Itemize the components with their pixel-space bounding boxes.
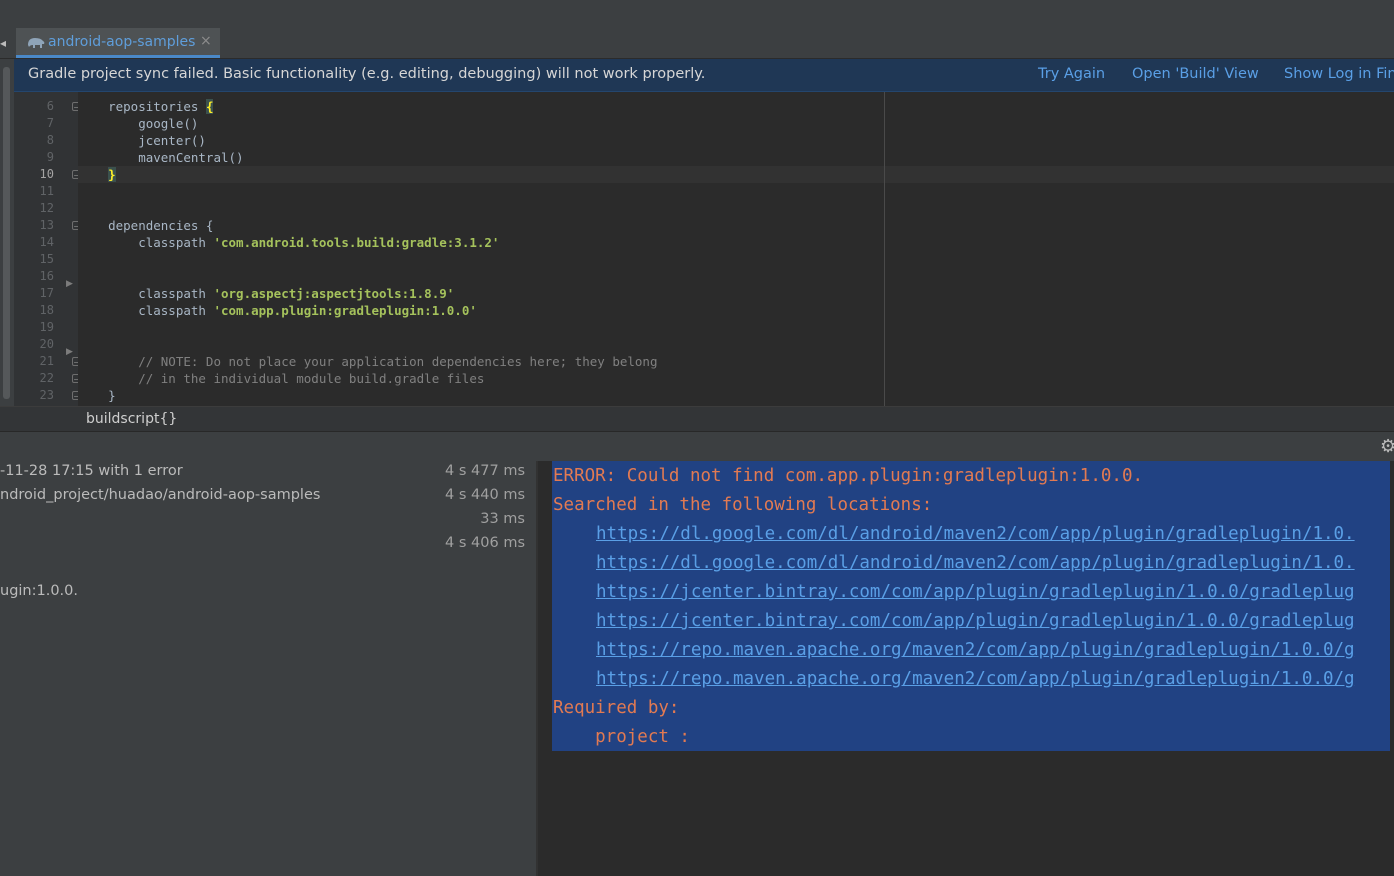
required-by-line: Required by: <box>553 698 680 718</box>
code-line: repositories { <box>78 98 214 115</box>
line-number: 15 <box>39 252 54 266</box>
sync-failed-banner: Gradle project sync failed. Basic functi… <box>14 59 1394 92</box>
build-tree: -11-28 17:15 with 1 error 4 s 477 ms ndr… <box>0 461 536 876</box>
line-number: 14 <box>39 235 54 249</box>
gradle-elephant-icon <box>28 38 45 48</box>
matched-brace: } <box>108 167 116 182</box>
breakpoint-arrow-icon[interactable]: ▶ <box>66 279 73 289</box>
location-link[interactable]: https://repo.maven.apache.org/maven2/com… <box>596 636 1355 665</box>
duration: 4 s 440 ms <box>445 487 525 503</box>
tab-label: android-aop-samples <box>48 34 196 50</box>
line-number: 13 <box>39 218 54 232</box>
line-number: 22 <box>39 371 54 385</box>
line-number: 7 <box>46 116 54 130</box>
editor-tab-bar: ◂ android-aop-samples × <box>0 28 1394 59</box>
open-build-view-link[interactable]: Open 'Build' View <box>1132 66 1259 82</box>
code-comment: // in the individual module build.gradle… <box>78 371 485 386</box>
code-line: classpath 'org.aspectj:aspectjtools:1.8.… <box>78 285 454 302</box>
code-line: dependencies { <box>78 218 214 233</box>
breadcrumb: buildscript{} <box>0 406 1394 432</box>
line-number: 12 <box>39 201 54 215</box>
tab-scroll-left-icon[interactable]: ◂ <box>0 32 12 54</box>
right-margin-guide <box>884 92 885 406</box>
location-link[interactable]: https://jcenter.bintray.com/com/app/plug… <box>596 607 1355 636</box>
duration: 33 ms <box>480 511 525 527</box>
line-number: 6 <box>46 99 54 113</box>
banner-message: Gradle project sync failed. Basic functi… <box>28 66 706 82</box>
build-tool-window-header: ⚙ <box>0 431 1394 462</box>
code-editor[interactable]: repositories { google() jcenter() mavenC… <box>78 92 1394 406</box>
code-line: } <box>78 388 116 403</box>
line-number: 21 <box>39 354 54 368</box>
try-again-link[interactable]: Try Again <box>1038 66 1105 82</box>
tree-row-error[interactable]: ugin:1.0.0. <box>0 583 78 605</box>
title-bar <box>0 0 1394 29</box>
code-line: } <box>78 166 116 183</box>
string-literal: 'org.aspectj:aspectjtools:1.8.9' <box>213 286 455 301</box>
code-line: classpath 'com.app.plugin:gradleplugin:1… <box>78 302 477 319</box>
duration: 4 s 406 ms <box>445 535 525 551</box>
line-number: 20 <box>39 337 54 351</box>
line-number: 9 <box>46 150 54 164</box>
line-number-current: 10 <box>39 167 54 181</box>
scrollbar-thumb[interactable] <box>3 67 10 399</box>
error-line: ERROR: Could not find com.app.plugin:gra… <box>553 466 1144 486</box>
code-token: classpath <box>78 303 214 318</box>
line-number: 23 <box>39 388 54 402</box>
project-line: project : <box>553 727 690 747</box>
code-line: mavenCentral() <box>78 150 244 165</box>
code-line: classpath 'com.android.tools.build:gradl… <box>78 234 499 251</box>
tree-row-sync-result[interactable]: -11-28 17:15 with 1 error <box>0 463 183 485</box>
line-number: 11 <box>39 184 54 198</box>
location-link[interactable]: https://dl.google.com/dl/android/maven2/… <box>596 520 1355 549</box>
code-token: repositories <box>78 99 206 114</box>
matched-brace: { <box>205 99 214 114</box>
breakpoint-arrow-icon[interactable]: ▶ <box>66 347 73 357</box>
build-console-output[interactable]: ERROR: Could not find com.app.plugin:gra… <box>538 461 1394 876</box>
location-link[interactable]: https://repo.maven.apache.org/maven2/com… <box>596 665 1355 694</box>
code-comment: // NOTE: Do not place your application d… <box>78 354 658 369</box>
gear-icon[interactable]: ⚙ <box>1380 436 1394 457</box>
line-number: 8 <box>46 133 54 147</box>
tree-row-project-path[interactable]: ndroid_project/huadao/android-aop-sample… <box>0 487 320 509</box>
string-literal: 'com.app.plugin:gradleplugin:1.0.0' <box>213 303 477 318</box>
duration: 4 s 477 ms <box>445 463 525 479</box>
close-icon[interactable]: × <box>200 33 212 49</box>
code-token: classpath <box>78 235 214 250</box>
line-number: 18 <box>39 303 54 317</box>
code-line: google() <box>78 116 199 131</box>
left-scroll-strip <box>0 59 14 431</box>
breadcrumb-item[interactable]: buildscript{} <box>86 411 177 427</box>
show-log-link[interactable]: Show Log in Finder <box>1284 66 1394 82</box>
code-line: jcenter() <box>78 133 206 148</box>
location-link[interactable]: https://jcenter.bintray.com/com/app/plug… <box>596 578 1355 607</box>
searched-line: Searched in the following locations: <box>553 495 933 515</box>
current-line-highlight <box>78 166 1394 183</box>
line-number: 19 <box>39 320 54 334</box>
location-link[interactable]: https://dl.google.com/dl/android/maven2/… <box>596 549 1355 578</box>
line-number: 17 <box>39 286 54 300</box>
code-token: classpath <box>78 286 214 301</box>
line-number: 16 <box>39 269 54 283</box>
string-literal: 'com.android.tools.build:gradle:3.1.2' <box>213 235 500 250</box>
tab-android-aop-samples[interactable]: android-aop-samples × <box>16 28 220 58</box>
